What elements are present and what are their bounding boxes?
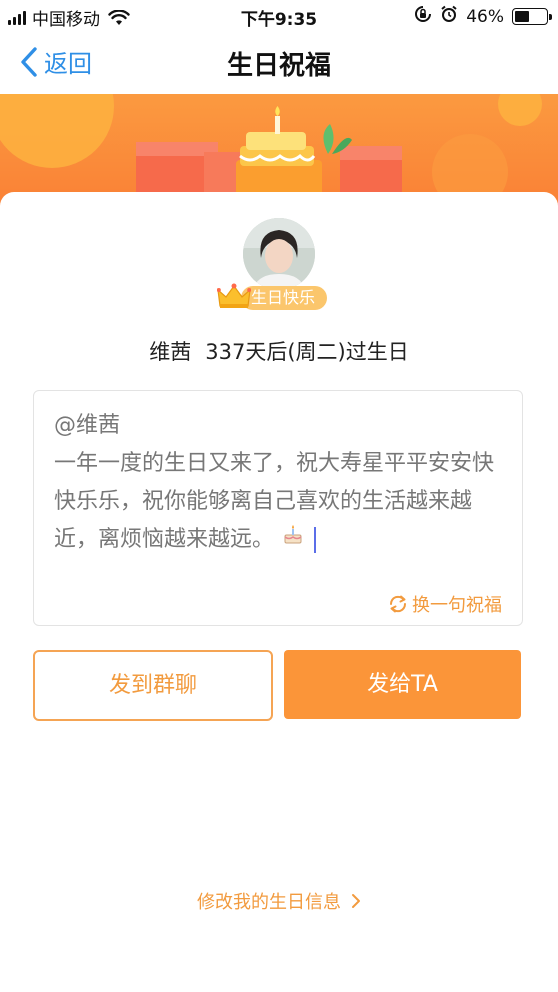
edit-birthday-label: 修改我的生日信息	[197, 892, 341, 913]
status-bar: 中国移动 下午9:35 46%	[0, 0, 558, 30]
edit-my-birthday-link[interactable]: 修改我的生日信息	[0, 888, 558, 914]
switch-blessing-button[interactable]: 换一句祝福	[387, 591, 502, 617]
friend-name: 维茜	[149, 340, 192, 364]
user-photo	[243, 218, 315, 290]
birthday-countdown: 337天后(周二)过生日	[205, 340, 409, 364]
navigation-bar: 返回 生日祝福	[0, 30, 558, 94]
cake-icon	[282, 521, 304, 559]
birthday-info: 维茜 337天后(周二)过生日	[0, 336, 558, 366]
blessing-card: 生日快乐 维茜 337天后(周二)过生日 @维茜 一年一度的生日又来了，祝大寿星平…	[0, 192, 558, 992]
switch-blessing-label: 换一句祝福	[412, 595, 502, 616]
battery-percent: 46%	[466, 6, 504, 27]
send-to-friend-button[interactable]: 发给TA	[284, 650, 521, 719]
alarm-icon	[440, 5, 458, 28]
page-title: 生日祝福	[226, 51, 331, 81]
badge-label: 生日快乐	[241, 286, 328, 310]
battery-icon	[512, 8, 552, 25]
crown-icon	[217, 283, 251, 308]
message-textarea[interactable]: @维茜 一年一度的生日又来了，祝大寿星平平安安快快乐乐，祝你能够离自己喜欢的生活…	[33, 390, 523, 626]
birthday-badge: 生日快乐	[217, 283, 335, 312]
refresh-icon	[389, 595, 407, 613]
battery-fill	[515, 11, 529, 22]
avatar[interactable]	[243, 218, 315, 290]
message-body: 一年一度的生日又来了，祝大寿星平平安安快快乐乐，祝你能够离自己喜欢的生活越来越近…	[54, 451, 495, 552]
mention-text: @维茜	[54, 413, 121, 438]
message-content: @维茜 一年一度的生日又来了，祝大寿星平平安安快快乐乐，祝你能够离自己喜欢的生活…	[54, 407, 504, 559]
chevron-right-icon	[351, 893, 361, 914]
send-to-group-button[interactable]: 发到群聊	[33, 650, 273, 721]
status-right: 46%	[414, 5, 552, 28]
rotation-lock-icon	[414, 5, 432, 28]
text-cursor	[314, 527, 317, 553]
action-buttons: 发到群聊 发给TA	[33, 650, 523, 722]
